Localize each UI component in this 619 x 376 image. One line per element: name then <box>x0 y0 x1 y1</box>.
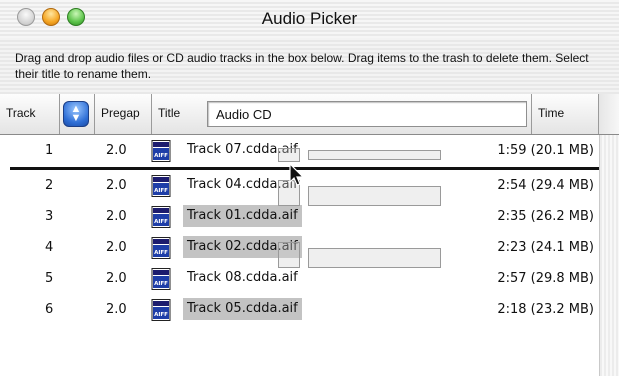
track-time: 2:23 (24.1 MB) <box>497 240 594 255</box>
track-number: 2 <box>45 178 54 193</box>
track-title[interactable]: Track 08.cdda.aif <box>183 267 302 289</box>
aiff-file-icon: AIFF <box>151 237 171 259</box>
title-bar[interactable]: Audio Picker <box>0 0 619 39</box>
instructions-panel: Drag and drop audio files or CD audio tr… <box>0 38 619 95</box>
track-number: 6 <box>45 302 54 317</box>
column-time-label: Time <box>538 106 565 120</box>
cd-title-input[interactable]: Audio CD <box>207 101 527 127</box>
column-track-label: Track <box>6 106 36 120</box>
track-pregap: 2.0 <box>106 240 127 255</box>
track-time: 2:54 (29.4 MB) <box>497 178 594 193</box>
column-title-label: Title <box>158 106 181 120</box>
track-pregap: 2.0 <box>106 302 127 317</box>
vertical-scrollbar[interactable] <box>599 135 619 376</box>
track-pregap: 2.0 <box>106 209 127 224</box>
column-title[interactable]: Title Audio CD <box>152 94 532 134</box>
track-time: 2:18 (23.2 MB) <box>497 302 594 317</box>
track-pregap: 2.0 <box>106 271 127 286</box>
svg-text:AIFF: AIFF <box>154 188 168 194</box>
track-time: 1:59 (20.1 MB) <box>497 143 594 158</box>
track-title[interactable]: Track 01.cdda.aif <box>183 205 302 227</box>
track-number: 1 <box>45 143 54 158</box>
track-number: 4 <box>45 240 54 255</box>
column-pregap[interactable]: Pregap <box>95 94 152 134</box>
svg-text:AIFF: AIFF <box>154 281 168 287</box>
track-time: 2:57 (29.8 MB) <box>497 271 594 286</box>
track-time: 2:35 (26.2 MB) <box>497 209 594 224</box>
header-scroll-corner <box>599 94 619 134</box>
aiff-file-icon: AIFF <box>151 268 171 290</box>
window-title: Audio Picker <box>261 9 358 28</box>
sort-order-button[interactable]: ▲ ▼ <box>63 101 89 127</box>
track-title[interactable]: Track 07.cdda.aif <box>183 139 302 161</box>
column-sort[interactable]: ▲ ▼ <box>60 94 95 134</box>
instructions-text: Drag and drop audio files or CD audio tr… <box>15 51 589 81</box>
track-number: 3 <box>45 209 54 224</box>
aiff-file-icon: AIFF <box>151 175 171 197</box>
track-pregap: 2.0 <box>106 178 127 193</box>
column-time[interactable]: Time <box>532 94 599 134</box>
track-title[interactable]: Track 02.cdda.aif <box>183 236 302 258</box>
svg-text:AIFF: AIFF <box>154 312 168 318</box>
svg-text:AIFF: AIFF <box>154 250 168 256</box>
track-title[interactable]: Track 05.cdda.aif <box>183 298 302 320</box>
track-row[interactable]: 1 2.0 AIFF Track 07.cdda.aif 1:59 (20.1 MB) <box>0 135 599 166</box>
svg-text:AIFF: AIFF <box>154 219 168 225</box>
up-down-arrows-icon: ▲ ▼ <box>70 103 82 124</box>
aiff-file-icon: AIFF <box>151 299 171 321</box>
track-row[interactable]: 5 2.0 AIFF Track 08.cdda.aif 2:57 (29.8 MB) <box>0 263 599 294</box>
track-pregap: 2.0 <box>106 143 127 158</box>
aiff-file-icon: AIFF <box>151 206 171 228</box>
track-row[interactable]: 3 2.0 AIFF Track 01.cdda.aif 2:35 (26.2 MB) <box>0 201 599 232</box>
svg-text:AIFF: AIFF <box>154 153 168 159</box>
track-row[interactable]: 4 2.0 AIFF Track 02.cdda.aif 2:23 (24.1 MB) <box>0 232 599 263</box>
aiff-file-icon: AIFF <box>151 140 171 162</box>
track-number: 5 <box>45 271 54 286</box>
track-title[interactable]: Track 04.cdda.aif <box>183 174 302 196</box>
column-header: Track ▲ ▼ Pregap Title Audio CD Time <box>0 94 619 135</box>
column-pregap-label: Pregap <box>101 106 140 120</box>
mouse-pointer-icon <box>289 163 305 186</box>
track-row[interactable]: 6 2.0 AIFF Track 05.cdda.aif 2:18 (23.2 MB) <box>0 294 599 325</box>
column-track[interactable]: Track <box>0 94 60 134</box>
